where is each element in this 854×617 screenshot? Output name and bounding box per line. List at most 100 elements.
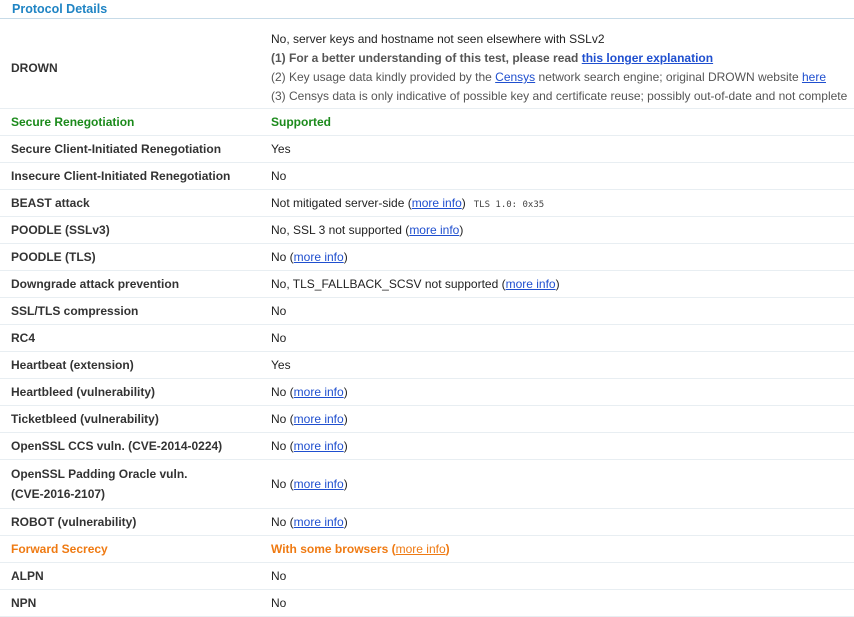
padding-oracle-label-line2: (CVE-2016-2107) (11, 487, 106, 501)
row-value-compression: No (269, 297, 854, 325)
robot-more-info-link[interactable]: more info (294, 515, 344, 529)
beast-value-text: Not mitigated server-side ( (271, 196, 412, 210)
row-value-ccs: No (more info) (269, 432, 854, 460)
ccs-close: ) (343, 439, 348, 453)
table-row: Heartbeat (extension) Yes (0, 351, 854, 379)
row-value-robot: No (more info) (269, 508, 854, 536)
row-label-robot: ROBOT (vulnerability) (0, 508, 269, 536)
robot-close: ) (343, 515, 348, 529)
row-label-npn: NPN (0, 589, 269, 617)
row-value-downgrade: No, TLS_FALLBACK_SCSV not supported (mor… (269, 270, 854, 298)
row-value-ticketbleed: No (more info) (269, 405, 854, 433)
table-row: OpenSSL Padding Oracle vuln. (CVE-2016-2… (0, 459, 854, 509)
row-value-secure-renegotiation: Supported (269, 108, 854, 136)
row-value-drown: No, server keys and hostname not seen el… (269, 28, 854, 109)
row-label-heartbleed: Heartbleed (vulnerability) (0, 378, 269, 406)
row-label-drown: DROWN (0, 28, 269, 109)
row-label-insecure-renegotiation: Insecure Client-Initiated Renegotiation (0, 162, 269, 190)
forward-secrecy-more-info-link[interactable]: more info (396, 542, 446, 556)
row-label-alpn: ALPN (0, 562, 269, 590)
row-label-forward-secrecy: Forward Secrecy (0, 535, 269, 563)
ticketbleed-close: ) (343, 412, 348, 426)
row-value-beast: Not mitigated server-side (more info) TLS… (269, 189, 854, 217)
table-row: ROBOT (vulnerability) No (more info) (0, 508, 854, 536)
beast-more-info-link[interactable]: more info (412, 196, 462, 210)
table-row: OpenSSL CCS vuln. (CVE-2014-0224) No (mo… (0, 432, 854, 460)
heartbleed-more-info-link[interactable]: more info (294, 385, 344, 399)
row-label-downgrade: Downgrade attack prevention (0, 270, 269, 298)
row-value-npn: No (269, 589, 854, 617)
row-value-rc4: No (269, 324, 854, 352)
table-row: DROWN No, server keys and hostname not s… (0, 28, 854, 109)
drown-website-link[interactable]: here (802, 70, 826, 84)
padding-oracle-close: ) (343, 477, 348, 491)
padding-oracle-text: No ( (271, 477, 294, 491)
row-label-poodle-tls: POODLE (TLS) (0, 243, 269, 271)
table-row: Downgrade attack prevention No, TLS_FALL… (0, 270, 854, 298)
row-value-insecure-renegotiation: No (269, 162, 854, 190)
row-label-beast: BEAST attack (0, 189, 269, 217)
padding-oracle-label-line1: OpenSSL Padding Oracle vuln. (11, 467, 188, 481)
drown-note-2-middle: network search engine; original DROWN we… (538, 70, 799, 84)
poodle-tls-more-info-link[interactable]: more info (294, 250, 344, 264)
row-label-rc4: RC4 (0, 324, 269, 352)
downgrade-close: ) (555, 277, 560, 291)
row-value-poodle-ssl: No, SSL 3 not supported (more info) (269, 216, 854, 244)
beast-tls-note: TLS 1.0: 0x35 (473, 200, 545, 210)
protocol-details-table: DROWN No, server keys and hostname not s… (0, 28, 854, 617)
row-label-secure-renegotiation: Secure Renegotiation (0, 108, 269, 136)
beast-value-close: ) (461, 196, 466, 210)
row-label-ticketbleed: Ticketbleed (vulnerability) (0, 405, 269, 433)
robot-text: No ( (271, 515, 294, 529)
poodle-ssl-text: No, SSL 3 not supported ( (271, 223, 410, 237)
poodle-ssl-more-info-link[interactable]: more info (409, 223, 459, 237)
table-row: Secure Renegotiation Supported (0, 108, 854, 136)
downgrade-text: No, TLS_FALLBACK_SCSV not supported ( (271, 277, 506, 291)
drown-result: No, server keys and hostname not seen el… (271, 32, 605, 46)
row-label-compression: SSL/TLS compression (0, 297, 269, 325)
row-value-client-renegotiation: Yes (269, 135, 854, 163)
table-row: RC4 No (0, 324, 854, 352)
drown-note-2: (2) Key usage data kindly provided by th… (271, 68, 854, 87)
row-label-ccs: OpenSSL CCS vuln. (CVE-2014-0224) (0, 432, 269, 460)
table-row: Heartbleed (vulnerability) No (more info… (0, 378, 854, 406)
table-row: NPN No (0, 589, 854, 617)
row-label-client-renegotiation: Secure Client-Initiated Renegotiation (0, 135, 269, 163)
table-row: Insecure Client-Initiated Renegotiation … (0, 162, 854, 190)
table-row: BEAST attack Not mitigated server-side (… (0, 189, 854, 217)
poodle-ssl-close: ) (459, 223, 464, 237)
drown-note-1: (1) For a better understanding of this t… (271, 49, 854, 68)
padding-oracle-more-info-link[interactable]: more info (294, 477, 344, 491)
censys-link[interactable]: Censys (495, 70, 535, 84)
row-value-alpn: No (269, 562, 854, 590)
row-value-heartbeat: Yes (269, 351, 854, 379)
heartbleed-text: No ( (271, 385, 294, 399)
row-value-forward-secrecy: With some browsers (more info) (269, 535, 854, 563)
row-label-poodle-ssl: POODLE (SSLv3) (0, 216, 269, 244)
heartbleed-close: ) (343, 385, 348, 399)
table-row: Secure Client-Initiated Renegotiation Ye… (0, 135, 854, 163)
section-title: Protocol Details (0, 0, 854, 19)
table-row: SSL/TLS compression No (0, 297, 854, 325)
ccs-more-info-link[interactable]: more info (294, 439, 344, 453)
drown-note-1-text: (1) For a better understanding of this t… (271, 51, 579, 65)
ticketbleed-text: No ( (271, 412, 294, 426)
row-label-heartbeat: Heartbeat (extension) (0, 351, 269, 379)
downgrade-more-info-link[interactable]: more info (506, 277, 556, 291)
drown-note-2-prefix: (2) Key usage data kindly provided by th… (271, 70, 492, 84)
longer-explanation-link[interactable]: this longer explanation (582, 51, 713, 65)
row-value-poodle-tls: No (more info) (269, 243, 854, 271)
table-row: Ticketbleed (vulnerability) No (more inf… (0, 405, 854, 433)
ccs-text: No ( (271, 439, 294, 453)
poodle-tls-close: ) (343, 250, 348, 264)
row-value-padding-oracle: No (more info) (269, 459, 854, 509)
drown-note-3: (3) Censys data is only indicative of po… (271, 89, 848, 103)
row-label-padding-oracle: OpenSSL Padding Oracle vuln. (CVE-2016-2… (0, 459, 269, 509)
table-row: Forward Secrecy With some browsers (more… (0, 535, 854, 563)
row-value-heartbleed: No (more info) (269, 378, 854, 406)
forward-secrecy-text: With some browsers (271, 542, 389, 556)
table-row: ALPN No (0, 562, 854, 590)
poodle-tls-text: No ( (271, 250, 294, 264)
table-row: POODLE (SSLv3) No, SSL 3 not supported (… (0, 216, 854, 244)
ticketbleed-more-info-link[interactable]: more info (294, 412, 344, 426)
